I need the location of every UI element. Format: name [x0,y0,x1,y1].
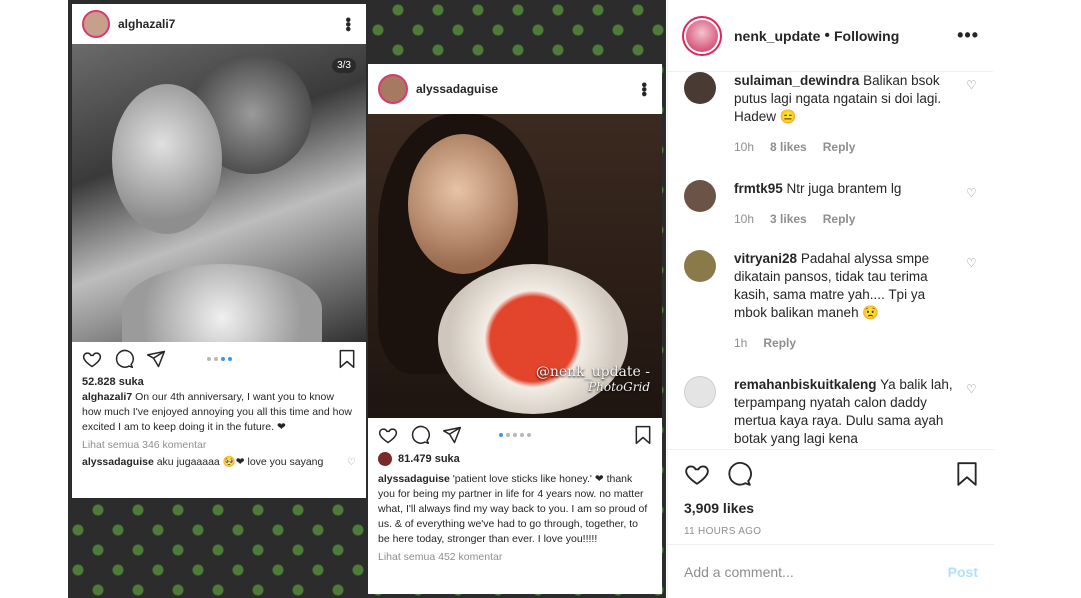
embedded-photo: @nenk_update - PhotoGrid [368,114,662,418]
heart-icon [378,425,398,445]
share-icon [146,349,166,369]
comment-time: 10h [734,212,755,226]
owner-username[interactable]: nenk_update [734,28,820,44]
embedded-caption: alghazali7 On our 4th anniversary, I wan… [82,391,352,433]
heart-icon: ♡ [347,457,356,468]
embedded-likes: 52.828 suka [82,376,144,388]
embedded-likes: 81.479 suka [368,452,662,466]
post-image[interactable]: alghazali7 ••• 3/3 52.828 suka alghazali… [68,0,666,598]
comments-list[interactable]: sulaiman_dewindra Balikan bsok putus lag… [668,72,994,450]
add-comment-form: Post [668,544,994,598]
like-comment-icon[interactable]: ♡ [966,256,980,352]
embedded-username: alghazali7 [118,17,176,31]
embedded-comment: alyssadaguise aku jugaaaaa 🥺❤ love you s… [82,456,356,468]
comment-icon [728,462,752,486]
comment-time: 10h [734,140,755,154]
comment-username[interactable]: sulaiman_dewindra [734,73,859,88]
like-button[interactable] [684,461,710,487]
comment-item: frmtk95 Ntr juga brantem lg 10h 3 likes … [668,180,994,228]
post-header: nenk_update • Following ••• [668,0,993,72]
avatar [378,452,392,466]
embedded-post-header: alyssadaguise ••• [368,64,662,114]
comment-time: 1h [734,336,748,350]
owner-avatar[interactable] [682,15,722,56]
comment-likes[interactable]: 3 likes [770,210,807,228]
comment-item: sulaiman_dewindra Balikan bsok putus lag… [668,72,994,156]
heart-icon [685,465,709,485]
bookmark-icon [957,462,977,486]
reply-button[interactable]: Reply [823,210,856,228]
avatar[interactable] [684,180,716,212]
embedded-photo: 3/3 [72,44,366,342]
comment-item: vitryani28 Padahal alyssa smpe dikatain … [668,250,994,352]
separator: • [824,26,830,44]
more-options-icon: ••• [635,82,652,96]
post-actions: 3,909 likes 11 HOURS AGO [668,450,994,544]
likes-count[interactable]: 3,909 likes [684,500,978,516]
comment-text: Ntr juga brantem lg [786,181,902,196]
comment-username[interactable]: remahanbiskuitkaleng [734,377,877,392]
comment-likes[interactable]: 8 likes [770,138,807,156]
bookmark-icon [338,349,356,369]
comment-username[interactable]: vitryani28 [734,251,797,266]
avatar[interactable] [684,376,716,408]
watermark: @nenk_update - PhotoGrid [535,364,650,394]
avatar [378,74,408,104]
comment-input[interactable] [684,563,948,580]
comment-item: remahanbiskuitkaleng Ya balik lah, terpa… [668,376,994,448]
reply-button[interactable]: Reply [763,334,796,352]
comment-button[interactable] [726,461,752,487]
save-button[interactable] [956,461,978,487]
embedded-post-header: alghazali7 ••• [72,4,366,44]
avatar[interactable] [684,72,716,104]
post-button[interactable]: Post [948,564,978,580]
embedded-actions [368,418,662,452]
more-options-icon[interactable]: ••• [957,25,979,46]
avatar [82,10,110,38]
embedded-post-alghazali7: alghazali7 ••• 3/3 52.828 suka alghazali… [72,4,366,498]
instagram-post-view: alghazali7 ••• 3/3 52.828 suka alghazali… [0,0,1081,598]
avatar[interactable] [684,250,716,282]
like-comment-icon[interactable]: ♡ [966,186,980,228]
embedded-view-comments: Lihat semua 452 komentar [378,551,503,563]
embedded-post-alyssadaguise: alyssadaguise ••• @nenk_update - PhotoGr… [368,64,662,594]
like-comment-icon[interactable]: ♡ [966,78,980,156]
embedded-caption: alyssadaguise 'patient love sticks like … [378,473,648,545]
comment-icon [114,349,134,369]
post-timestamp[interactable]: 11 HOURS AGO [684,526,978,537]
following-button[interactable]: Following [834,28,957,44]
reply-button[interactable]: Reply [823,138,856,156]
carousel-counter: 3/3 [332,58,356,73]
comment-icon [410,425,430,445]
heart-icon [82,349,102,369]
embedded-username: alyssadaguise [416,82,499,96]
like-comment-icon[interactable]: ♡ [966,382,980,448]
bookmark-icon [634,425,652,445]
embedded-view-comments: Lihat semua 346 komentar [82,439,207,451]
share-icon [442,425,462,445]
embedded-actions [72,342,366,376]
comment-username[interactable]: frmtk95 [734,181,783,196]
post-side-panel: nenk_update • Following ••• sulaiman_dew… [667,0,994,598]
more-options-icon: ••• [339,17,356,31]
